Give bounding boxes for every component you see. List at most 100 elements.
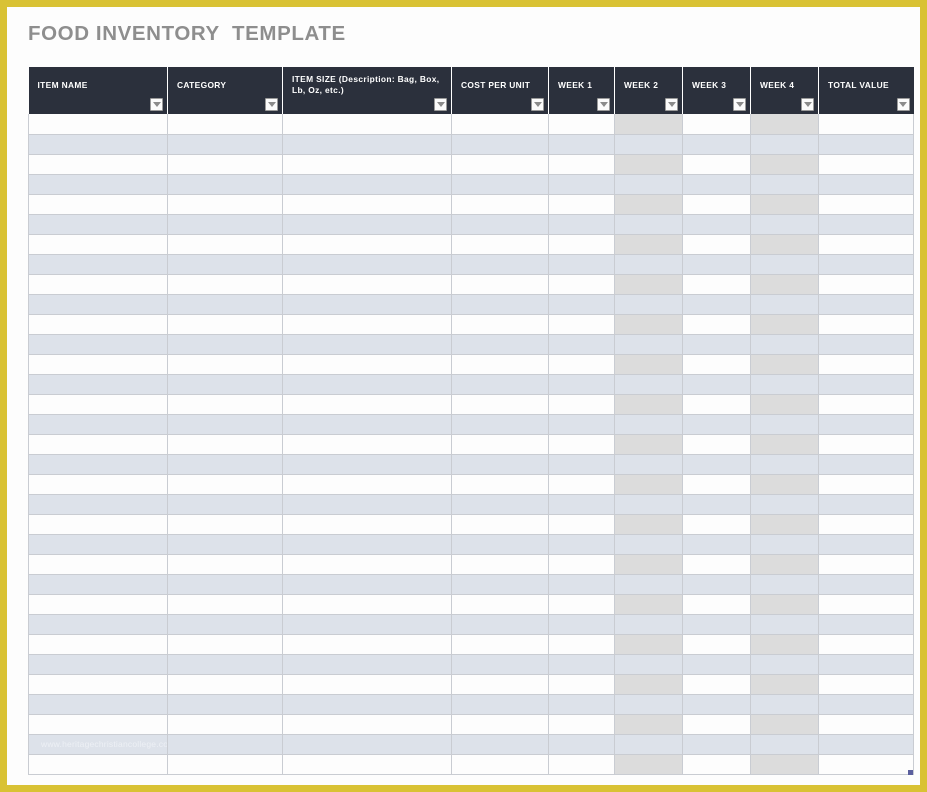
table-cell[interactable] xyxy=(451,254,549,275)
table-cell[interactable] xyxy=(282,374,452,395)
table-cell[interactable] xyxy=(28,334,168,355)
table-cell[interactable] xyxy=(548,634,615,655)
table-cell[interactable] xyxy=(818,254,914,275)
table-cell[interactable] xyxy=(167,474,283,495)
table-cell[interactable] xyxy=(451,554,549,575)
table-cell[interactable] xyxy=(818,194,914,215)
table-cell[interactable] xyxy=(167,174,283,195)
table-cell[interactable] xyxy=(614,494,683,515)
table-cell[interactable] xyxy=(28,474,168,495)
table-cell[interactable] xyxy=(614,294,683,315)
table-cell[interactable] xyxy=(548,374,615,395)
table-cell[interactable] xyxy=(451,714,549,735)
table-cell[interactable] xyxy=(682,174,751,195)
table-cell[interactable] xyxy=(548,294,615,315)
table-cell[interactable] xyxy=(818,334,914,355)
table-cell[interactable] xyxy=(28,714,168,735)
table-cell[interactable] xyxy=(282,754,452,775)
table-cell[interactable] xyxy=(818,554,914,575)
table-cell[interactable] xyxy=(682,454,751,475)
table-cell[interactable] xyxy=(750,474,819,495)
table-cell[interactable] xyxy=(282,294,452,315)
table-cell[interactable] xyxy=(750,414,819,435)
table-cell[interactable] xyxy=(682,694,751,715)
table-cell[interactable] xyxy=(818,534,914,555)
table-cell[interactable] xyxy=(818,434,914,455)
table-cell[interactable] xyxy=(614,394,683,415)
table-cell[interactable] xyxy=(167,114,283,135)
table-cell[interactable] xyxy=(682,754,751,775)
table-cell[interactable] xyxy=(818,374,914,395)
table-cell[interactable] xyxy=(451,474,549,495)
table-cell[interactable] xyxy=(614,634,683,655)
table-cell[interactable] xyxy=(28,554,168,575)
table-cell[interactable] xyxy=(28,574,168,595)
table-cell[interactable] xyxy=(682,234,751,255)
table-cell[interactable] xyxy=(682,534,751,555)
table-cell[interactable] xyxy=(451,214,549,235)
table-cell[interactable] xyxy=(614,474,683,495)
table-cell[interactable] xyxy=(548,314,615,335)
table-cell[interactable] xyxy=(750,494,819,515)
table-cell[interactable] xyxy=(682,354,751,375)
table-cell[interactable] xyxy=(282,714,452,735)
table-cell[interactable] xyxy=(548,414,615,435)
table-cell[interactable] xyxy=(451,354,549,375)
table-cell[interactable] xyxy=(750,534,819,555)
table-cell[interactable] xyxy=(28,434,168,455)
filter-dropdown-button[interactable] xyxy=(665,98,678,111)
table-cell[interactable] xyxy=(682,114,751,135)
table-cell[interactable] xyxy=(451,234,549,255)
table-cell[interactable] xyxy=(682,294,751,315)
table-cell[interactable] xyxy=(167,454,283,475)
table-cell[interactable] xyxy=(614,414,683,435)
table-cell[interactable] xyxy=(682,194,751,215)
table-cell[interactable] xyxy=(682,674,751,695)
table-cell[interactable] xyxy=(614,274,683,295)
table-cell[interactable] xyxy=(451,494,549,515)
table-cell[interactable] xyxy=(750,154,819,175)
table-cell[interactable] xyxy=(682,654,751,675)
table-cell[interactable] xyxy=(282,494,452,515)
table-cell[interactable] xyxy=(614,594,683,615)
table-cell[interactable] xyxy=(818,234,914,255)
table-cell[interactable] xyxy=(282,114,452,135)
table-cell[interactable] xyxy=(548,194,615,215)
table-cell[interactable] xyxy=(282,134,452,155)
table-cell[interactable] xyxy=(818,494,914,515)
table-cell[interactable] xyxy=(167,214,283,235)
table-cell[interactable] xyxy=(614,314,683,335)
table-cell[interactable] xyxy=(682,414,751,435)
table-cell[interactable] xyxy=(451,614,549,635)
table-cell[interactable] xyxy=(614,254,683,275)
table-cell[interactable] xyxy=(167,654,283,675)
table-cell[interactable] xyxy=(282,314,452,335)
table-cell[interactable] xyxy=(167,194,283,215)
table-resize-handle[interactable] xyxy=(908,769,913,775)
table-cell[interactable] xyxy=(167,414,283,435)
table-cell[interactable] xyxy=(28,394,168,415)
table-cell[interactable] xyxy=(548,714,615,735)
table-cell[interactable] xyxy=(750,454,819,475)
table-cell[interactable] xyxy=(614,354,683,375)
table-cell[interactable] xyxy=(451,134,549,155)
table-cell[interactable] xyxy=(28,614,168,635)
table-cell[interactable] xyxy=(682,634,751,655)
table-cell[interactable] xyxy=(282,614,452,635)
table-cell[interactable] xyxy=(614,214,683,235)
table-cell[interactable] xyxy=(451,654,549,675)
table-cell[interactable] xyxy=(28,114,168,135)
table-cell[interactable] xyxy=(548,494,615,515)
table-cell[interactable] xyxy=(167,314,283,335)
table-cell[interactable] xyxy=(750,714,819,735)
table-cell[interactable] xyxy=(28,454,168,475)
table-cell[interactable] xyxy=(28,134,168,155)
table-cell[interactable] xyxy=(28,514,168,535)
table-cell[interactable] xyxy=(167,354,283,375)
table-cell[interactable] xyxy=(548,154,615,175)
table-cell[interactable] xyxy=(614,334,683,355)
table-cell[interactable] xyxy=(282,414,452,435)
table-cell[interactable] xyxy=(818,314,914,335)
filter-dropdown-button[interactable] xyxy=(150,98,163,111)
table-cell[interactable] xyxy=(28,634,168,655)
